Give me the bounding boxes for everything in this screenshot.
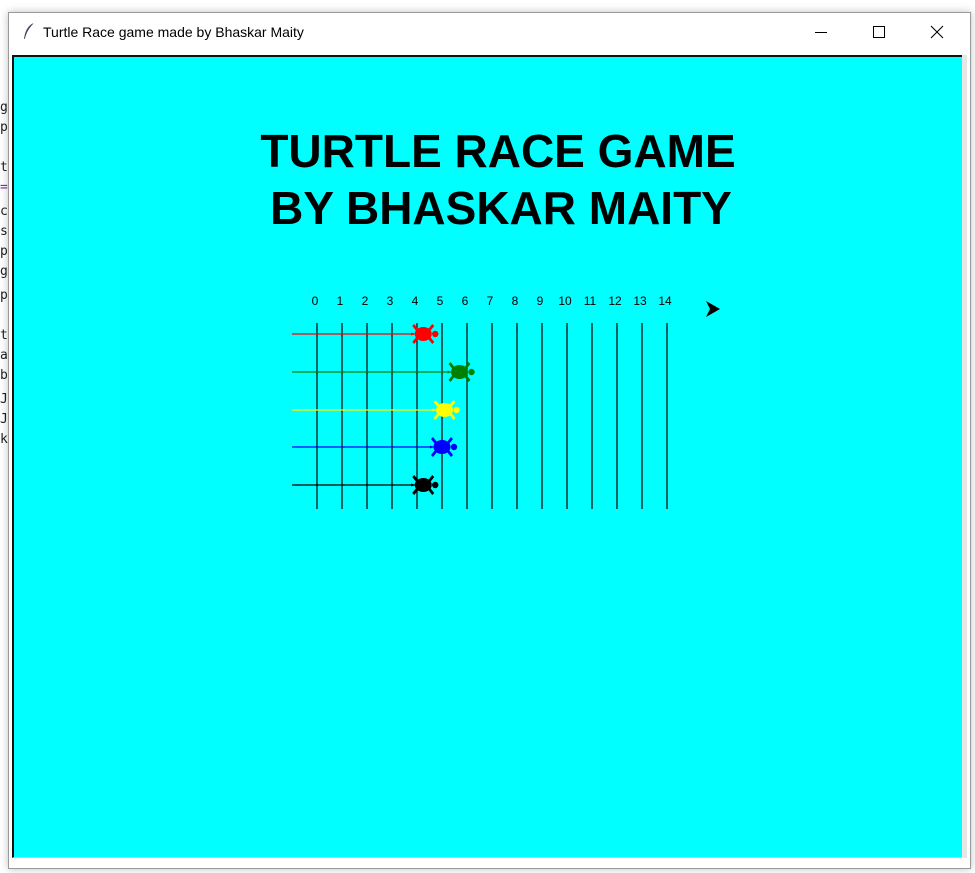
maximize-icon: [873, 26, 885, 38]
app-window: Turtle Race game made by Bhaskar Maity T…: [8, 12, 971, 869]
track-label: 14: [658, 294, 672, 308]
track-label: 13: [633, 294, 647, 308]
window-title: Turtle Race game made by Bhaskar Maity: [43, 24, 304, 40]
arrow-cursor-icon: [706, 301, 720, 317]
track-label: 3: [387, 294, 394, 308]
track-label: 12: [608, 294, 622, 308]
track-label: 2: [362, 294, 369, 308]
game-title: TURTLE RACE GAME BY BHASKAR MAITY: [260, 125, 735, 234]
turtle-canvas[interactable]: TURTLE RACE GAME BY BHASKAR MAITY 012345…: [12, 55, 967, 858]
track-label: 7: [487, 294, 494, 308]
game-title-line-1: TURTLE RACE GAME: [260, 125, 735, 177]
close-icon: [930, 25, 944, 39]
minimize-button[interactable]: [792, 13, 850, 51]
turtle-black: [411, 475, 439, 495]
turtle-yellow: [432, 400, 460, 420]
window-edge: [962, 55, 967, 858]
close-button[interactable]: [908, 13, 966, 51]
turtle-red: [411, 324, 439, 344]
track-labels: 0 1 2 3 4 5 6 7 8 9 10 11 12 13 14: [312, 294, 672, 308]
track-label: 8: [512, 294, 519, 308]
track-label: 0: [312, 294, 319, 308]
race-grid: [316, 323, 668, 509]
feather-icon: [24, 22, 35, 40]
track-label: 11: [584, 294, 597, 308]
track-label: 4: [412, 294, 419, 308]
maximize-button[interactable]: [850, 13, 908, 51]
minimize-icon: [815, 32, 827, 33]
turtle-green: [447, 362, 475, 382]
track-label: 1: [337, 294, 344, 308]
track-label: 10: [558, 294, 572, 308]
track-label: 9: [537, 294, 544, 308]
track-label: 5: [437, 294, 444, 308]
track-label: 6: [462, 294, 469, 308]
turtle-blue: [430, 437, 458, 457]
title-bar[interactable]: Turtle Race game made by Bhaskar Maity: [9, 13, 970, 53]
race-track-svg: TURTLE RACE GAME BY BHASKAR MAITY 012345…: [260, 125, 736, 509]
game-title-line-2: BY BHASKAR MAITY: [270, 182, 732, 234]
